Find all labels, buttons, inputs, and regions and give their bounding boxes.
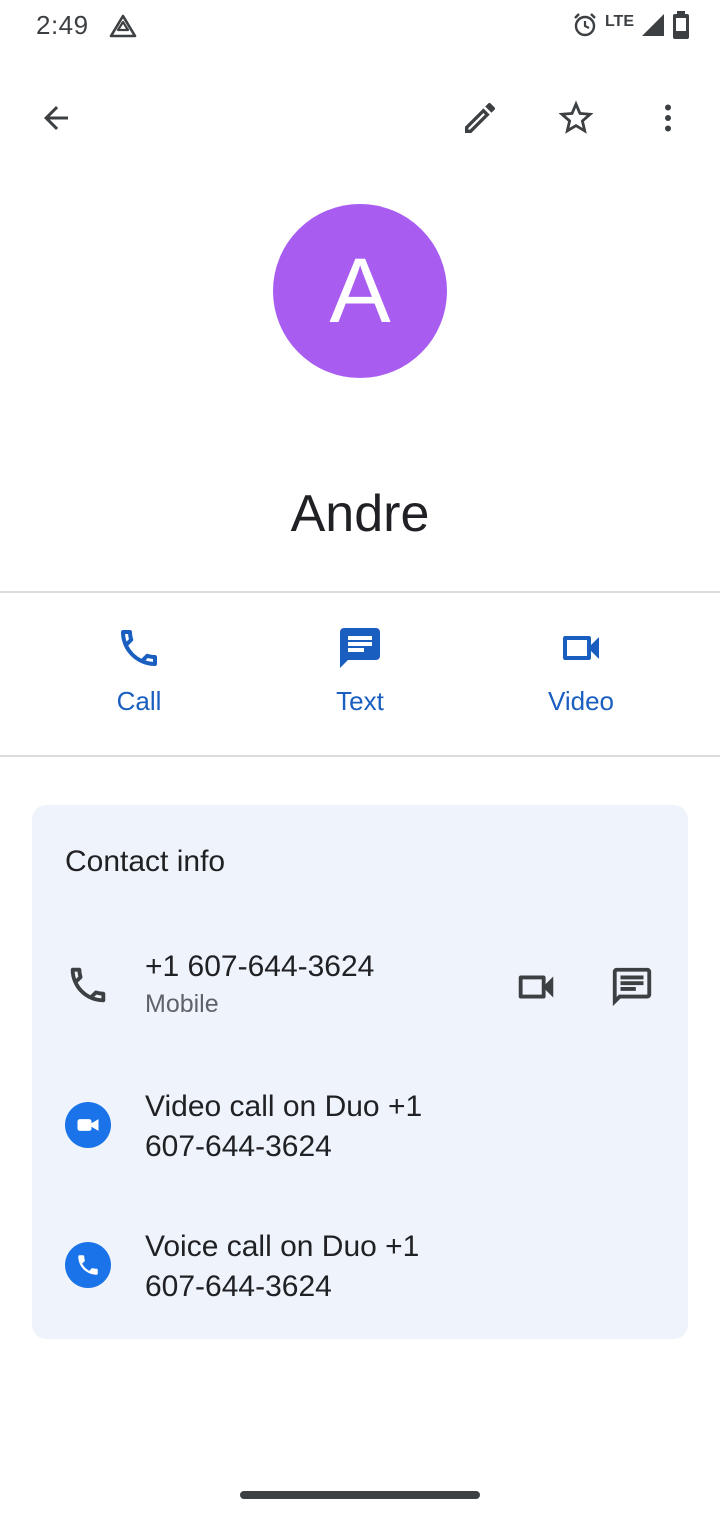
divider [0, 591, 720, 593]
videocam-icon [518, 975, 554, 999]
duo-voice-icon [64, 1241, 112, 1289]
edit-pencil-icon [465, 102, 496, 133]
battery-icon [672, 10, 690, 45]
duo-video-icon [64, 1101, 112, 1149]
status-time: 2:49 [36, 10, 89, 40]
drive-icon [108, 12, 138, 42]
contact-avatar: A [273, 204, 447, 378]
text-action-label: Text [336, 686, 384, 716]
phone-message-button[interactable] [598, 957, 666, 1017]
contact-name: Andre [290, 485, 430, 543]
phone-number-entry[interactable]: +1 607-644-3624 Mobile [145, 947, 374, 1021]
message-icon [612, 967, 652, 1007]
status-bar: 2:49 LTE [0, 0, 720, 56]
contact-info-title: Contact info [65, 845, 226, 878]
call-action-button[interactable]: Call [59, 622, 219, 732]
star-outline-icon [558, 100, 594, 134]
alarm-icon [571, 11, 599, 44]
duo-video-line1: Video call on Duo +1 [145, 1090, 423, 1123]
duo-voice-call-entry[interactable]: Voice call on Duo +1 607-644-3624 [145, 1227, 419, 1307]
app-bar [0, 76, 720, 160]
video-action-label: Video [547, 686, 615, 716]
back-button[interactable] [24, 86, 88, 150]
edit-button[interactable] [448, 86, 512, 150]
phone-number: +1 607-644-3624 [145, 950, 375, 983]
videocam-icon [563, 636, 599, 660]
back-arrow-icon [44, 106, 68, 130]
contact-info-card: Contact info +1 607-644-3624 Mobile Vide… [32, 805, 688, 1339]
more-vert-icon [665, 104, 671, 132]
favorite-button[interactable] [544, 86, 608, 150]
signal-icon [640, 12, 666, 43]
duo-voice-line2: 607-644-3624 [145, 1270, 332, 1303]
network-type: LTE [604, 13, 634, 30]
status-icons: LTE [571, 10, 690, 44]
avatar-initial: A [329, 239, 391, 342]
message-icon [340, 628, 380, 668]
duo-video-call-entry[interactable]: Video call on Duo +1 607-644-3624 [145, 1087, 422, 1167]
divider [0, 755, 720, 757]
phone-type: Mobile [145, 990, 219, 1018]
video-action-button[interactable]: Video [501, 622, 661, 732]
call-action-label: Call [116, 686, 162, 716]
gesture-nav-handle[interactable] [240, 1491, 480, 1499]
duo-voice-line1: Voice call on Duo +1 [145, 1230, 420, 1263]
more-options-button[interactable] [636, 86, 700, 150]
phone-icon [64, 961, 112, 1009]
text-action-button[interactable]: Text [280, 622, 440, 732]
phone-video-call-button[interactable] [502, 957, 570, 1017]
duo-video-line2: 607-644-3624 [145, 1130, 332, 1163]
phone-icon [121, 630, 157, 666]
